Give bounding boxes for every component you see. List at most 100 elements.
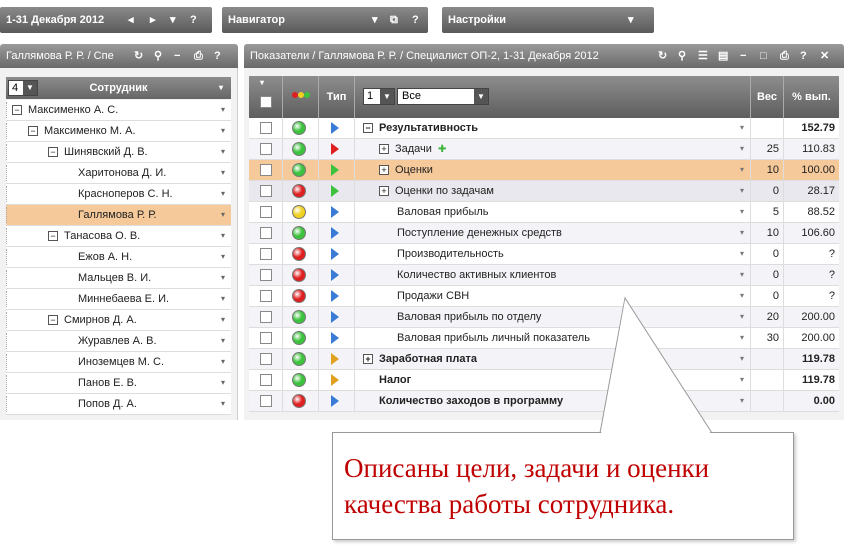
dropdown-icon[interactable]: ▾ <box>740 328 744 348</box>
row-checkbox[interactable] <box>260 353 272 365</box>
collapse-icon[interactable]: − <box>48 315 58 325</box>
dropdown-icon[interactable]: ▾ <box>221 373 225 393</box>
employee-row[interactable]: Иноземцев М. С. ▾ <box>6 352 231 373</box>
page-select[interactable]: 4 ▼ <box>8 80 38 96</box>
row-checkbox[interactable] <box>260 311 272 323</box>
dropdown-icon[interactable]: ▾ <box>740 118 744 138</box>
table-row[interactable]: + Оценки ▾ 10 100.00 <box>249 160 839 181</box>
level-select[interactable]: 1 ▼ <box>363 88 395 105</box>
collapse-icon[interactable]: − <box>12 105 22 115</box>
row-checkbox[interactable] <box>260 269 272 281</box>
dropdown-icon[interactable]: ▾ <box>221 352 225 372</box>
refresh-icon[interactable]: ↻ <box>134 44 143 68</box>
dropdown-icon[interactable]: ▾ <box>740 202 744 222</box>
dropdown-icon[interactable]: ▾ <box>221 226 225 246</box>
dropdown-icon[interactable]: ▾ <box>221 268 225 288</box>
print-icon[interactable]: ⎙ <box>780 44 789 68</box>
drag-handle-icon[interactable] <box>6 270 10 286</box>
expand-icon[interactable]: + <box>379 186 389 196</box>
next-icon[interactable]: ▸ <box>150 7 156 33</box>
csv-icon[interactable]: ▤ <box>718 44 728 68</box>
table-row[interactable]: Продажи СВН ▾ 0? <box>249 286 839 307</box>
collapse-icon[interactable]: − <box>28 126 38 136</box>
help-icon[interactable]: ? <box>412 7 419 33</box>
table-row[interactable]: Производительность ▾ 0? <box>249 244 839 265</box>
dropdown-icon[interactable]: ▾ <box>260 78 264 88</box>
help-icon[interactable]: ? <box>190 7 197 33</box>
print-icon[interactable]: ⎙ <box>194 44 203 68</box>
collapse-icon[interactable]: − <box>48 231 58 241</box>
row-checkbox[interactable] <box>260 206 272 218</box>
help-icon[interactable]: ? <box>214 44 221 68</box>
employee-row[interactable]: Галлямова Р. Р. ▾ <box>6 205 231 226</box>
settings-selector[interactable]: Настройки ▾ <box>442 7 654 33</box>
collapse-icon[interactable]: − <box>48 147 58 157</box>
table-row[interactable]: − Результативность ▾ 152.79 <box>249 118 839 139</box>
row-checkbox[interactable] <box>260 395 272 407</box>
expand-icon[interactable]: + <box>379 144 389 154</box>
dropdown-icon[interactable]: ▾ <box>221 184 225 204</box>
maximize-icon[interactable]: □ <box>760 44 767 68</box>
employee-row[interactable]: − Смирнов Д. А. ▾ <box>6 310 231 331</box>
drag-handle-icon[interactable] <box>6 165 10 181</box>
row-checkbox[interactable] <box>260 122 272 134</box>
help-icon[interactable]: ? <box>800 44 807 68</box>
collapse-icon[interactable]: − <box>363 123 373 133</box>
row-checkbox[interactable] <box>260 164 272 176</box>
dropdown-icon[interactable]: ▾ <box>740 139 744 159</box>
employee-row[interactable]: Мальцев В. И. ▾ <box>6 268 231 289</box>
employee-row[interactable]: Попов Д. А. ▾ <box>6 394 231 415</box>
employee-row[interactable]: − Максименко А. С. ▾ <box>6 100 231 121</box>
drag-handle-icon[interactable] <box>6 249 10 265</box>
drag-handle-icon[interactable] <box>6 312 10 328</box>
drag-handle-icon[interactable] <box>6 102 10 118</box>
row-checkbox[interactable] <box>260 227 272 239</box>
add-icon[interactable]: ✚ <box>438 144 446 155</box>
drag-handle-icon[interactable] <box>6 123 10 139</box>
dropdown-icon[interactable]: ▾ <box>221 394 225 414</box>
row-checkbox[interactable] <box>260 143 272 155</box>
table-row[interactable]: Количество активных клиентов ▾ 0? <box>249 265 839 286</box>
dropdown-icon[interactable]: ▾ <box>740 265 744 285</box>
drag-handle-icon[interactable] <box>6 396 10 412</box>
employee-row[interactable]: − Танасова О. В. ▾ <box>6 226 231 247</box>
row-checkbox[interactable] <box>260 248 272 260</box>
navigator-selector[interactable]: Навигатор ▾ ⧉ ? <box>222 7 428 33</box>
expand-icon[interactable]: + <box>363 354 373 364</box>
drag-handle-icon[interactable] <box>6 186 10 202</box>
window-icon[interactable]: ⧉ <box>390 7 398 33</box>
dropdown-icon[interactable]: ▾ <box>740 349 744 369</box>
refresh-icon[interactable]: ↻ <box>658 44 667 68</box>
drag-handle-icon[interactable] <box>6 144 10 160</box>
drag-handle-icon[interactable] <box>6 375 10 391</box>
close-icon[interactable]: ✕ <box>820 44 829 68</box>
table-row[interactable]: Количество заходов в программу ▾ 0.00 <box>249 391 839 412</box>
dropdown-icon[interactable]: ▾ <box>740 181 744 201</box>
drag-handle-icon[interactable] <box>6 291 10 307</box>
dropdown-icon[interactable]: ▾ <box>740 286 744 306</box>
employee-row[interactable]: Ежов А. Н. ▾ <box>6 247 231 268</box>
search-icon[interactable]: ⚲ <box>678 44 686 68</box>
dropdown-icon[interactable]: ▾ <box>221 100 225 120</box>
drag-handle-icon[interactable] <box>6 354 10 370</box>
drag-handle-icon[interactable] <box>6 333 10 349</box>
select-all-checkbox[interactable] <box>260 96 272 108</box>
dropdown-icon[interactable]: ▾ <box>740 370 744 390</box>
search-icon[interactable]: ⚲ <box>154 44 162 68</box>
dropdown-icon[interactable]: ▾ <box>221 310 225 330</box>
prev-icon[interactable]: ◂ <box>128 7 134 33</box>
employee-row[interactable]: Миннебаева Е. И. ▾ <box>6 289 231 310</box>
table-row[interactable]: Поступление денежных средств ▾ 10 106.60 <box>249 223 839 244</box>
table-row[interactable]: + Заработная плата ▾ 119.78 <box>249 349 839 370</box>
dropdown-icon[interactable]: ▾ <box>740 391 744 411</box>
period-selector[interactable]: 1-31 Декабря 2012 ◂ ▸ ▾ ? <box>0 7 212 33</box>
minimize-icon[interactable]: − <box>174 44 180 68</box>
dropdown-icon[interactable]: ▾ <box>170 7 176 33</box>
dropdown-icon[interactable]: ▾ <box>221 205 225 225</box>
table-row[interactable]: Валовая прибыль по отделу ▾ 20 200.00 <box>249 307 839 328</box>
dropdown-icon[interactable]: ▾ <box>221 163 225 183</box>
dropdown-icon[interactable]: ▾ <box>740 160 744 180</box>
employee-row[interactable]: − Шинявский Д. В. ▾ <box>6 142 231 163</box>
row-checkbox[interactable] <box>260 290 272 302</box>
drag-handle-icon[interactable] <box>6 228 10 244</box>
